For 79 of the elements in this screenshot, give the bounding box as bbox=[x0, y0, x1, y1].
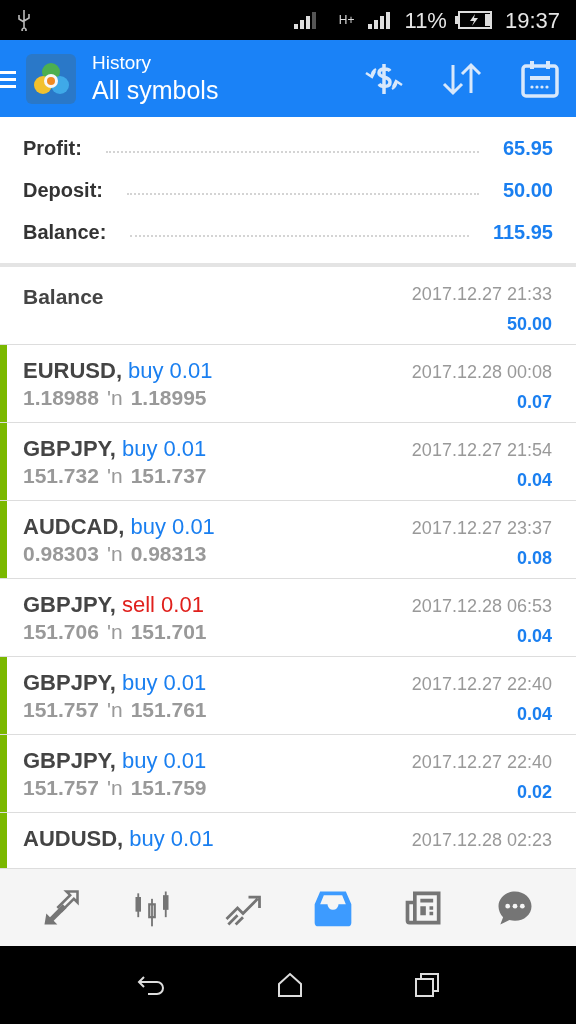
deal-row[interactable]: GBPJPY, buy 0.01 151.732 'n 151.737 2017.12.27 21:54 0.04 bbox=[0, 423, 576, 501]
back-button[interactable] bbox=[135, 973, 166, 997]
menu-button[interactable] bbox=[0, 53, 76, 104]
deal-row[interactable]: GBPJPY, buy 0.01 151.757 'n 151.761 2017.12.27 22:40 0.04 bbox=[0, 657, 576, 735]
close-price: 151.701 bbox=[130, 618, 207, 645]
deal-time: 2017.12.28 06:53 bbox=[411, 595, 552, 618]
symbol: GBPJPY, bbox=[23, 747, 116, 775]
symbol: GBPJPY, bbox=[23, 591, 116, 619]
summary-value: 50.00 bbox=[502, 178, 553, 203]
deal-row[interactable]: AUDCAD, buy 0.01 0.98303 'n 0.98313 2017.12.27 23:37 0.08 bbox=[0, 501, 576, 579]
open-price: 151.732 bbox=[23, 462, 99, 489]
deal-profit: 0.04 bbox=[516, 703, 552, 726]
symbol: GBPJPY, bbox=[23, 669, 116, 697]
signal-icon bbox=[366, 10, 393, 30]
deal-row[interactable]: GBPJPY, sell 0.01 151.706 'n 151.701 2017.12.28 06:53 0.04 bbox=[0, 579, 576, 657]
signal-icon bbox=[292, 10, 319, 30]
app-logo-icon bbox=[26, 53, 76, 104]
summary-label: Balance: bbox=[23, 220, 107, 245]
close-price: 0.98313 bbox=[130, 540, 207, 567]
deal-profit: 0.08 bbox=[516, 547, 552, 570]
summary-value: 65.95 bbox=[502, 136, 553, 161]
calendar-icon bbox=[521, 59, 559, 98]
network-type: H+ bbox=[338, 14, 355, 26]
open-price: 1.18988 bbox=[23, 384, 99, 411]
deal-type: buy 0.01 bbox=[121, 435, 207, 463]
arrow-glyph: 'n bbox=[106, 774, 123, 801]
battery-percent: 11% bbox=[404, 6, 447, 35]
open-price: 151.757 bbox=[23, 774, 99, 801]
deal-time: 2017.12.27 23:37 bbox=[411, 517, 552, 540]
deal-time: 2017.12.27 22:40 bbox=[411, 751, 552, 774]
open-price: 151.757 bbox=[23, 696, 99, 723]
deal-profit: 0.07 bbox=[516, 391, 552, 414]
arrow-glyph: 'n bbox=[106, 696, 123, 723]
arrow-glyph: 'n bbox=[106, 540, 123, 567]
back-icon bbox=[135, 973, 166, 997]
summary-label: Profit: bbox=[23, 136, 82, 161]
home-icon bbox=[277, 972, 303, 998]
deal-time: 2017.12.28 02:23 bbox=[411, 829, 552, 852]
home-button[interactable] bbox=[277, 972, 303, 998]
clock: 19:37 bbox=[504, 6, 560, 35]
deal-profit: 0.04 bbox=[516, 469, 552, 492]
deal-type: buy 0.01 bbox=[121, 669, 207, 697]
deal-time: 2017.12.27 22:40 bbox=[411, 673, 552, 696]
deal-time: 2017.12.28 00:08 bbox=[411, 361, 552, 384]
deal-time: 2017.12.27 21:54 bbox=[411, 439, 552, 462]
symbol: AUDUSD, bbox=[23, 825, 124, 853]
deal-row[interactable]: EURUSD, buy 0.01 1.18988 'n 1.18995 2017.12.28 00:08 0.07 bbox=[0, 345, 576, 423]
arrow-glyph: 'n bbox=[106, 618, 123, 645]
battery-icon bbox=[454, 10, 493, 30]
screen-title: History bbox=[92, 51, 153, 75]
deal-profit: 0.02 bbox=[516, 781, 552, 804]
usb-icon bbox=[16, 9, 32, 31]
open-price: 151.706 bbox=[23, 618, 99, 645]
close-price: 151.737 bbox=[130, 462, 207, 489]
summary-label: Deposit: bbox=[23, 178, 103, 203]
deal-type: buy 0.01 bbox=[130, 513, 215, 541]
deal-profit: 0.04 bbox=[516, 625, 552, 648]
deal-type: sell 0.01 bbox=[121, 591, 204, 619]
arrow-glyph: 'n bbox=[106, 462, 123, 489]
open-price: 0.98303 bbox=[23, 540, 99, 567]
recents-icon bbox=[414, 972, 441, 998]
deal-row[interactable]: GBPJPY, buy 0.01 151.757 'n 151.759 2017.12.27 22:40 0.02 bbox=[0, 735, 576, 813]
entry-time: 2017.12.27 21:33 bbox=[411, 283, 552, 306]
summary-value: 115.95 bbox=[492, 220, 553, 245]
balance-entry-label: Balance bbox=[23, 284, 104, 310]
screen-subtitle: All symbols bbox=[92, 74, 219, 106]
recents-button[interactable] bbox=[414, 972, 441, 998]
close-price: 1.18995 bbox=[130, 384, 207, 411]
close-price: 151.759 bbox=[130, 774, 207, 801]
entry-amount: 50.00 bbox=[506, 313, 552, 336]
sort-arrows-icon bbox=[441, 60, 483, 97]
symbol: EURUSD, bbox=[23, 357, 122, 385]
arrow-glyph: 'n bbox=[106, 384, 123, 411]
symbol: AUDCAD, bbox=[23, 513, 125, 541]
deal-type: buy 0.01 bbox=[121, 747, 207, 775]
symbol: GBPJPY, bbox=[23, 435, 116, 463]
close-price: 151.761 bbox=[130, 696, 207, 723]
deal-type: buy 0.01 bbox=[129, 825, 214, 853]
deal-type: buy 0.01 bbox=[128, 357, 213, 385]
